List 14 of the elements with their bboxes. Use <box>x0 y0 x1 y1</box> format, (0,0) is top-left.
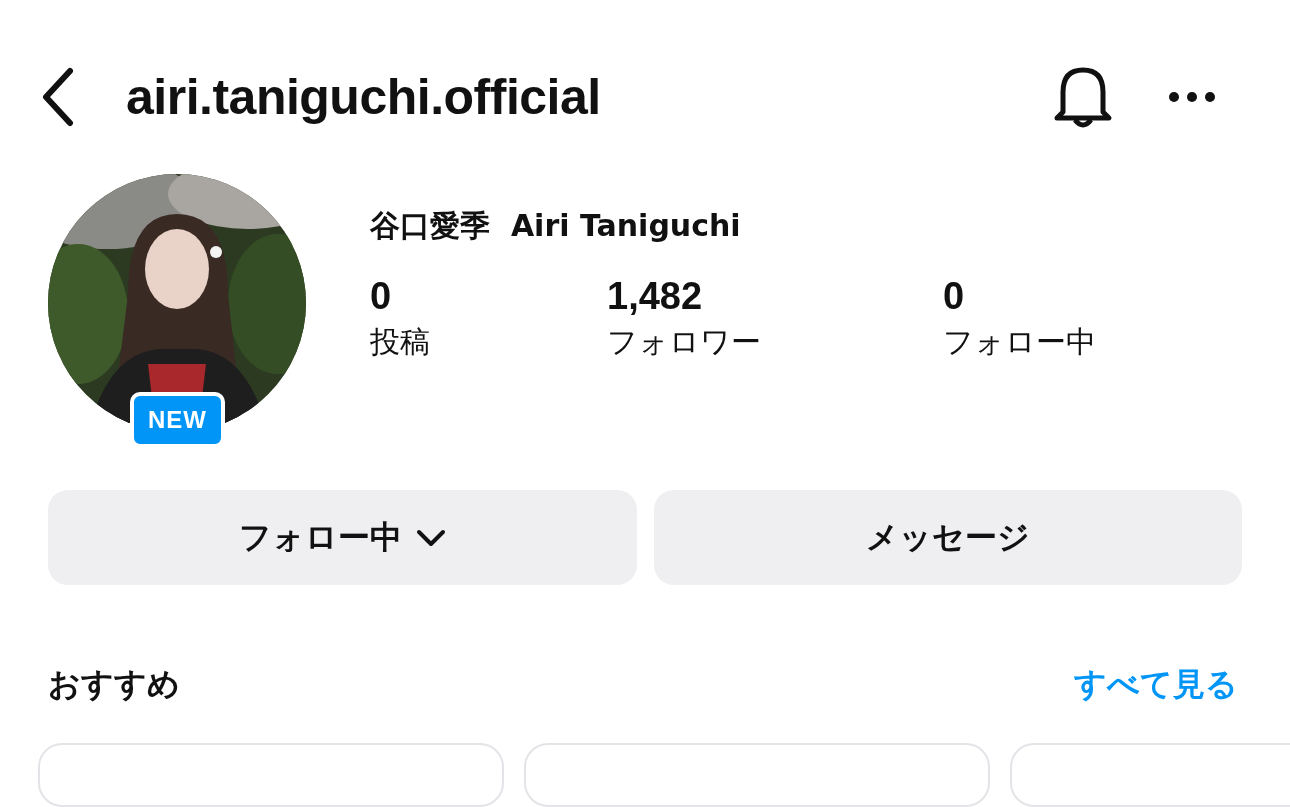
stat-count: 1,482 <box>607 275 704 318</box>
message-button[interactable]: メッセージ <box>653 490 1242 585</box>
suggestions-title: おすすめ <box>48 664 180 705</box>
back-icon[interactable] <box>40 67 76 127</box>
stat-count: 0 <box>370 275 393 318</box>
more-icon[interactable] <box>1169 91 1215 103</box>
stat-count: 0 <box>943 275 966 318</box>
stat-label: フォロワー <box>607 323 762 361</box>
stat-label: 投稿 <box>370 323 431 361</box>
stat-label: フォロー中 <box>943 323 1097 361</box>
display-name: 谷口愛季 Airi Taniguchi <box>370 207 742 245</box>
username-title: airi.taniguchi.official <box>126 68 602 126</box>
caret-icon <box>415 528 446 547</box>
following-button[interactable]: フォロー中 <box>48 490 637 585</box>
